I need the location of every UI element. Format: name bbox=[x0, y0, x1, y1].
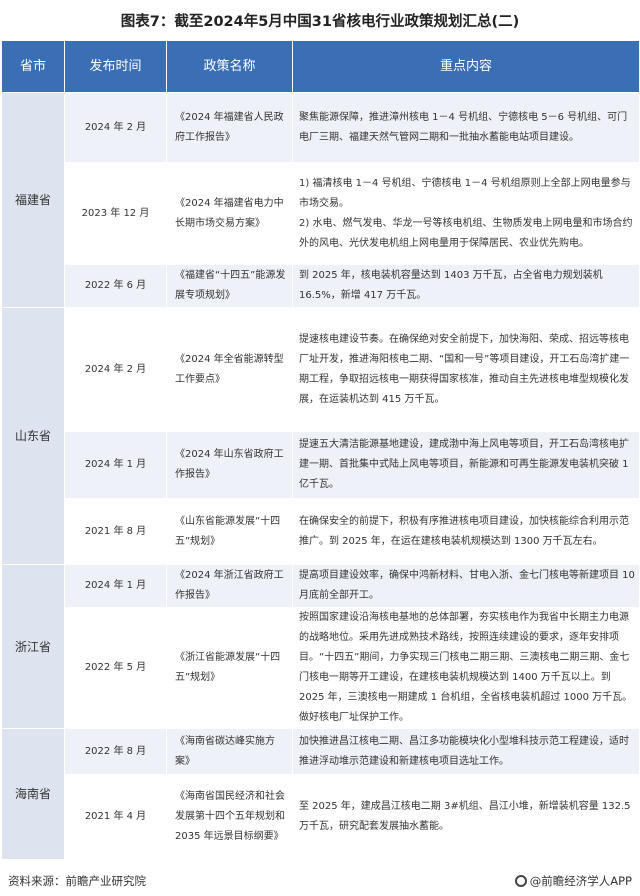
policy-cell: 《海南省国民经济和社会发展第十四个五年规划和 2035 年远景目标纲要》 bbox=[166, 774, 293, 860]
policy-cell: 《福建省“十四五”能源发展专项规划》 bbox=[166, 264, 293, 308]
key-point: 在确保安全的前提下，积极有序推进核电项目建设，加快核能综合利用示范推广。到 20… bbox=[299, 515, 629, 547]
date-cell: 2024 年 2 月 bbox=[64, 92, 167, 163]
policy-cell: 《2024 年福建省电力中长期市场交易方案》 bbox=[166, 162, 293, 265]
date-cell: 2024 年 1 月 bbox=[64, 431, 167, 499]
policy-cell: 《山东省能源发展“十四五”规划》 bbox=[166, 498, 293, 565]
table-row: 2021 年 8 月 《山东省能源发展“十四五”规划》 在确保安全的前提下，积极… bbox=[2, 498, 640, 565]
footer: 资料来源：前瞻产业研究院 @前瞻经济学人APP bbox=[0, 866, 640, 896]
key-points-cell: 提速核电建设节奏。在确保绝对安全前提下，加快海阳、荣成、招远等核电厂址开发，推进… bbox=[292, 307, 640, 432]
key-point: 聚焦能源保障，推进漳州核电 1－4 号机组、宁德核电 5－6 号机组、可门电厂三… bbox=[299, 111, 628, 143]
policy-cell: 《浙江省能源发展“十四五”规划》 bbox=[166, 607, 293, 729]
table-row: 2023 年 12 月 《2024 年福建省电力中长期市场交易方案》 1) 福清… bbox=[2, 162, 640, 265]
province-cell: 浙江省 bbox=[1, 564, 65, 729]
source-note: 资料来源：前瞻产业研究院 bbox=[8, 874, 146, 888]
qianzhan-logo-icon bbox=[514, 875, 527, 887]
header-date: 发布时间 bbox=[64, 40, 167, 93]
key-point: 加快推进昌江核电二期、昌江多功能模块化小型堆科技示范工程建设，适时推进浮动堆示范… bbox=[299, 735, 629, 767]
table-header-row: 省市 发布时间 政策名称 重点内容 bbox=[1, 40, 640, 93]
key-points-cell: 聚焦能源保障，推进漳州核电 1－4 号机组、宁德核电 5－6 号机组、可门电厂三… bbox=[292, 92, 640, 163]
policy-cell: 《海南省碳达峰实施方案》 bbox=[166, 728, 293, 775]
key-points-cell: 到 2025 年，核电装机容量达到 1403 万千瓦，占全省电力规划装机 16.… bbox=[292, 264, 640, 308]
date-cell: 2023 年 12 月 bbox=[64, 162, 167, 265]
key-points-cell: 在确保安全的前提下，积极有序推进核电项目建设，加快核能综合利用示范推广。到 20… bbox=[292, 498, 640, 565]
key-points-cell: 1) 福清核电 1－4 号机组、宁德核电 1－4 号机组原则上全部上网电量参与市… bbox=[292, 162, 640, 265]
key-point: 2) 水电、燃气发电、华龙一号等核电机组、生物质发电上网电量和市场合约外的风电、… bbox=[299, 217, 633, 249]
date-cell: 2024 年 1 月 bbox=[64, 564, 167, 608]
key-points-cell: 加快推进昌江核电二期、昌江多功能模块化小型堆科技示范工程建设，适时推进浮动堆示范… bbox=[292, 728, 640, 775]
table-row: 2024 年 1 月 《2024 年山东省政府工作报告》 提速五大清洁能源基地建… bbox=[2, 431, 640, 499]
policy-cell: 《2024 年福建省人民政府工作报告》 bbox=[166, 92, 293, 163]
table-row: 海南省 2022 年 8 月 《海南省碳达峰实施方案》 加快推进昌江核电二期、昌… bbox=[1, 728, 640, 860]
table-row: 2021 年 4 月 《海南省国民经济和社会发展第十四个五年规划和 2035 年… bbox=[2, 774, 640, 860]
province-cell: 山东省 bbox=[1, 307, 65, 565]
date-cell: 2021 年 4 月 bbox=[64, 774, 167, 860]
table-row: 山东省 2024 年 2 月 《2024 年全省能源转型工作要点》 提速核电建设… bbox=[1, 307, 640, 565]
brand-label: @前瞻经济学人APP bbox=[529, 874, 632, 888]
header-province: 省市 bbox=[1, 40, 65, 93]
policy-cell: 《2024 年山东省政府工作报告》 bbox=[166, 431, 293, 499]
key-point: 按照国家建设沿海核电基地的总体部署，夯实核电作为我省中长期主力电源的战略地位。采… bbox=[299, 612, 633, 723]
date-cell: 2021 年 8 月 bbox=[64, 498, 167, 565]
table-row: 2022 年 6 月 《福建省“十四五”能源发展专项规划》 到 2025 年，核… bbox=[2, 264, 640, 308]
policy-cell: 《2024 年全省能源转型工作要点》 bbox=[166, 307, 293, 432]
key-point: 1) 福清核电 1－4 号机组、宁德核电 1－4 号机组原则上全部上网电量参与市… bbox=[299, 177, 631, 209]
date-cell: 2022 年 5 月 bbox=[64, 607, 167, 729]
brand-credit: @前瞻经济学人APP bbox=[514, 873, 632, 889]
header-policy: 政策名称 bbox=[166, 40, 293, 93]
header-key-points: 重点内容 bbox=[292, 40, 640, 93]
province-cell: 海南省 bbox=[1, 728, 65, 860]
key-point: 提速核电建设节奏。在确保绝对安全前提下，加快海阳、荣成、招远等核电厂址开发，推进… bbox=[299, 333, 630, 405]
key-point: 提高项目建设效率，确保中鸿新材料、甘电入浙、金七门核电等新建项目 10 月底前全… bbox=[299, 570, 635, 601]
key-point: 至 2025 年，建成昌江核电二期 3#机组、昌江小堆，新增装机容量 132.5… bbox=[299, 801, 631, 832]
policy-cell: 《2024 年浙江省政府工作报告》 bbox=[166, 564, 293, 608]
province-cell: 福建省 bbox=[1, 92, 65, 308]
page-title: 图表7：截至2024年5月中国31省核电行业政策规划汇总(二) bbox=[120, 13, 520, 30]
key-point: 提速五大清洁能源基地建设，建成渤中海上风电等项目，开工石岛湾核电扩建一期、首批集… bbox=[299, 439, 629, 490]
date-cell: 2022 年 8 月 bbox=[64, 728, 167, 775]
key-point: 到 2025 年，核电装机容量达到 1403 万千瓦，占全省电力规划装机 16.… bbox=[299, 270, 603, 301]
key-points-cell: 按照国家建设沿海核电基地的总体部署，夯实核电作为我省中长期主力电源的战略地位。采… bbox=[292, 607, 640, 729]
key-points-cell: 提高项目建设效率，确保中鸿新材料、甘电入浙、金七门核电等新建项目 10 月底前全… bbox=[292, 564, 640, 608]
key-points-cell: 提速五大清洁能源基地建设，建成渤中海上风电等项目，开工石岛湾核电扩建一期、首批集… bbox=[292, 431, 640, 499]
table-row: 福建省 2024 年 2 月 《2024 年福建省人民政府工作报告》 聚焦能源保… bbox=[1, 92, 640, 308]
date-cell: 2022 年 6 月 bbox=[64, 264, 167, 308]
table-row: 2022 年 5 月 《浙江省能源发展“十四五”规划》 按照国家建设沿海核电基地… bbox=[2, 607, 640, 729]
policy-table: 省市 发布时间 政策名称 重点内容 福建省 2024 年 2 月 《2024 年… bbox=[1, 40, 640, 860]
key-points-cell: 至 2025 年，建成昌江核电二期 3#机组、昌江小堆，新增装机容量 132.5… bbox=[292, 774, 640, 860]
table-row: 浙江省 2024 年 1 月 《2024 年浙江省政府工作报告》 提高项目建设效… bbox=[1, 564, 640, 729]
date-cell: 2024 年 2 月 bbox=[64, 307, 167, 432]
